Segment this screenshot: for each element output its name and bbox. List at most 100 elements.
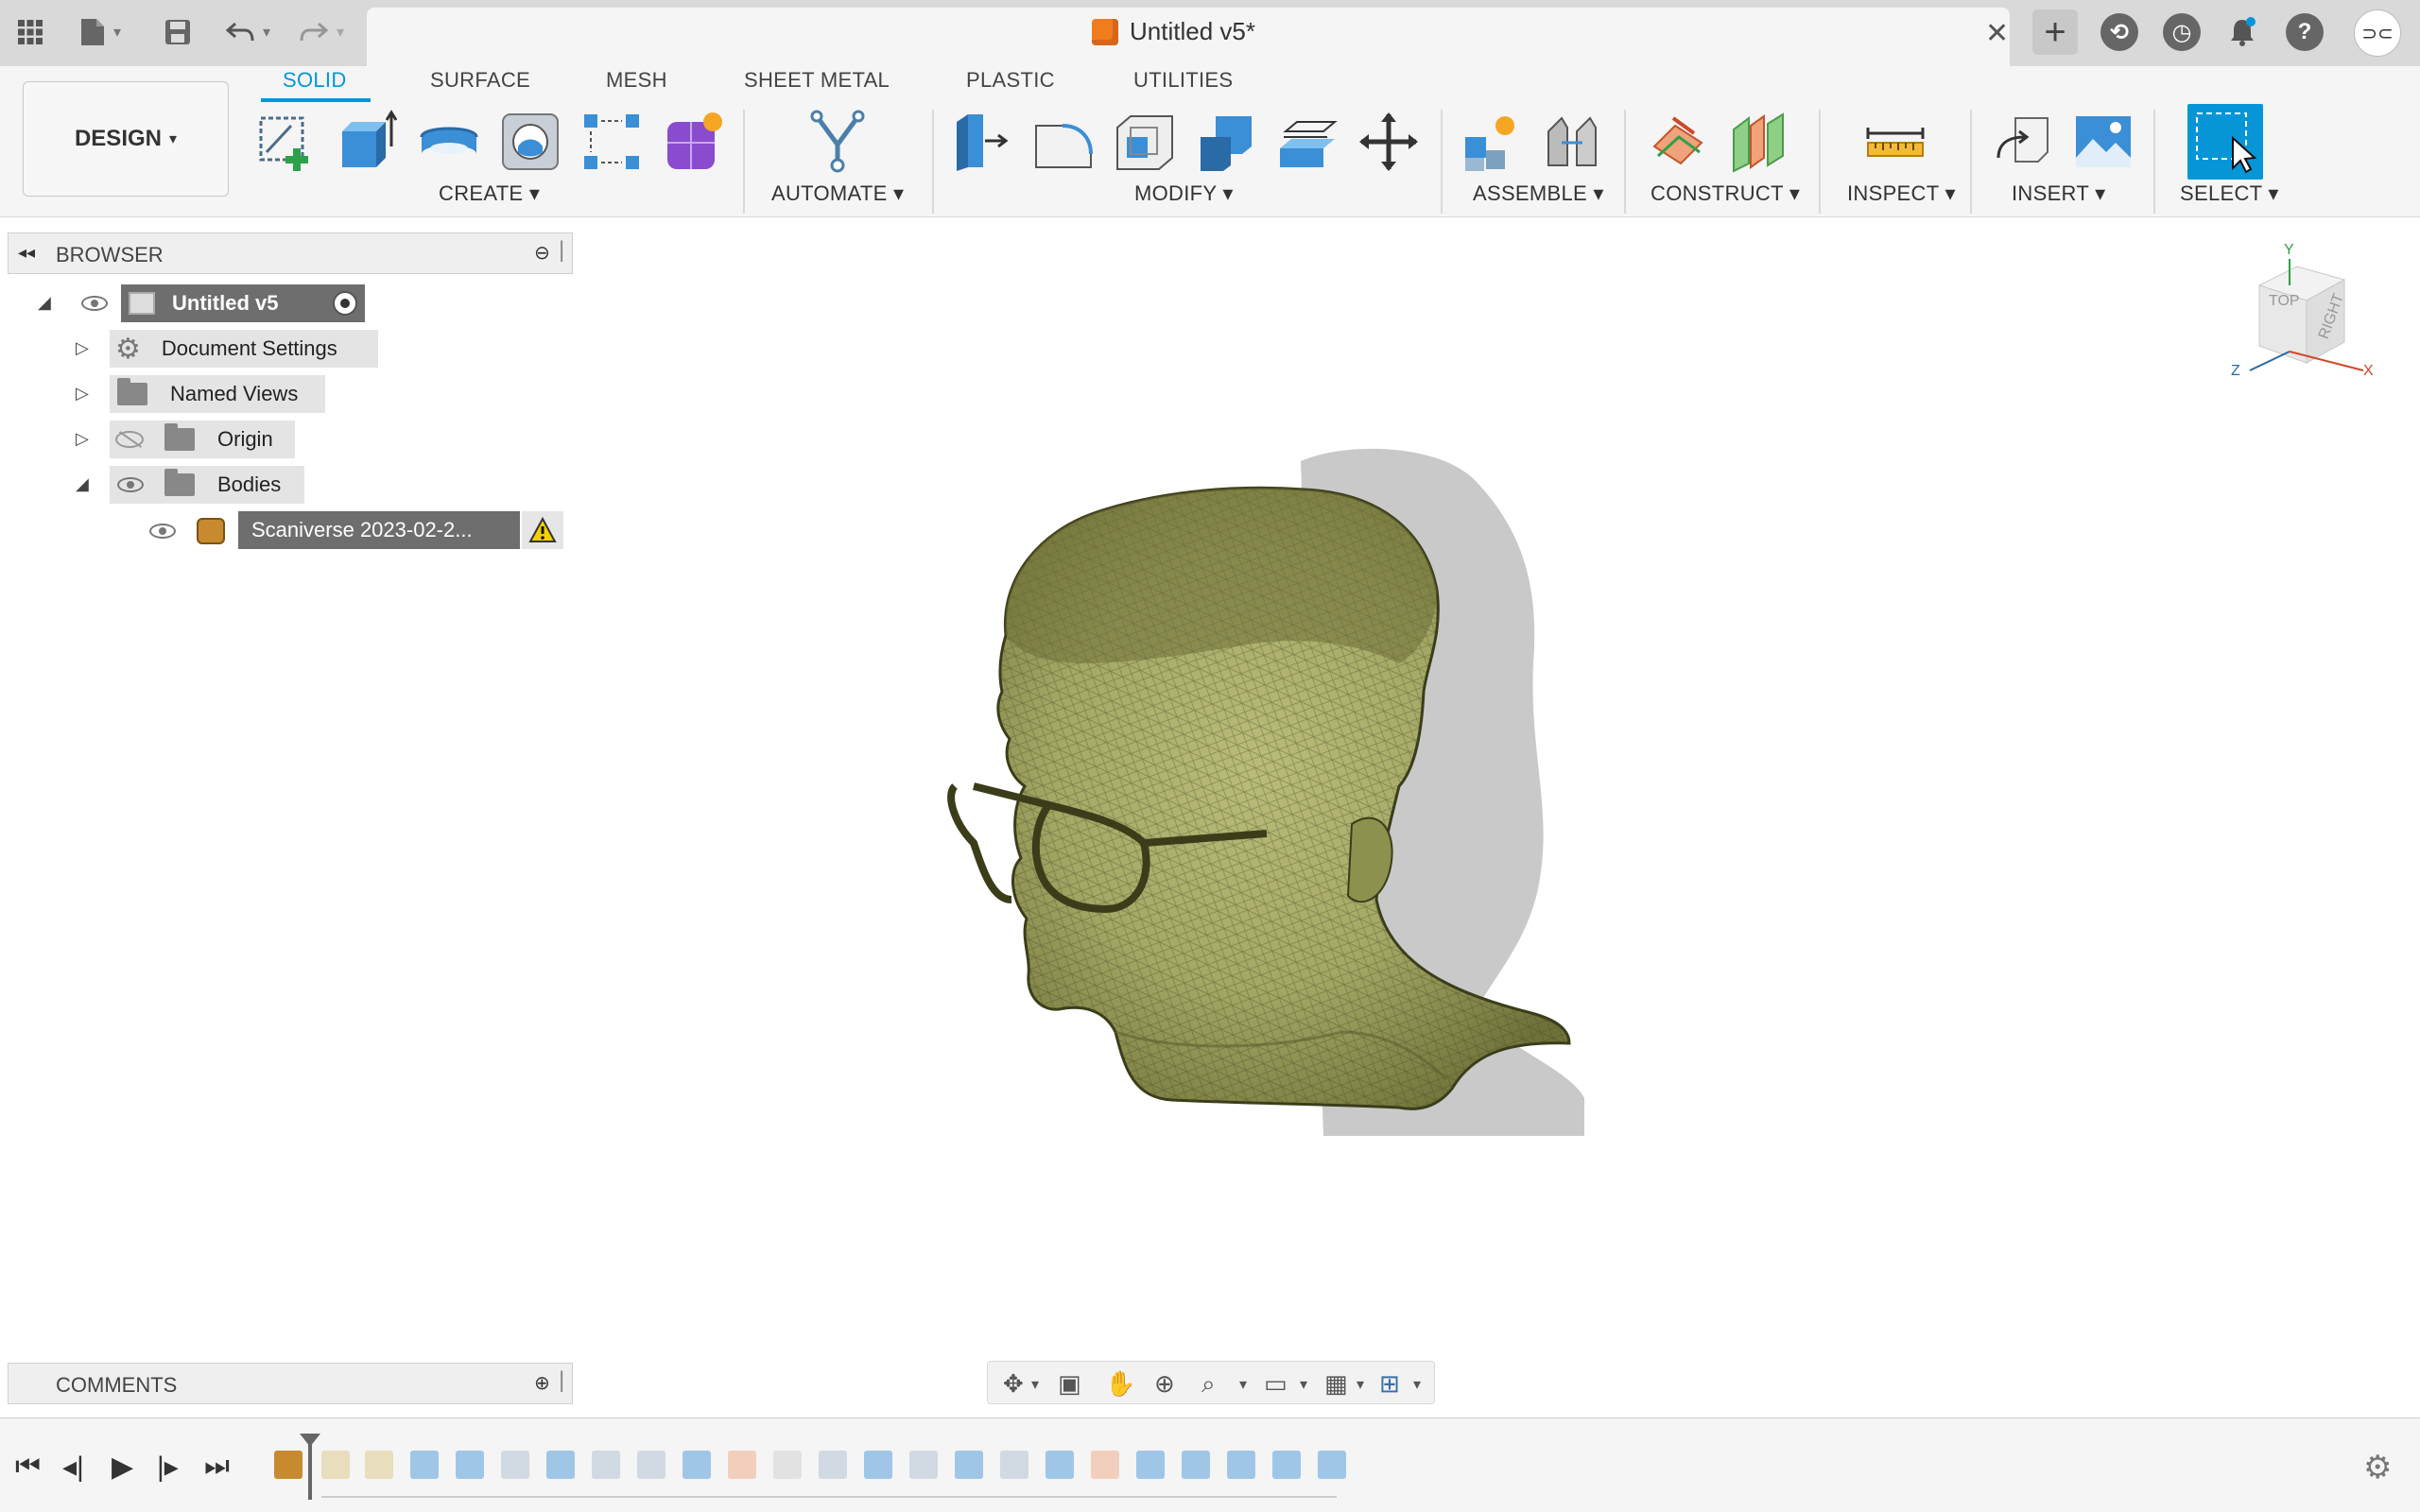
timeline-feature[interactable] (410, 1451, 439, 1479)
move-copy-icon[interactable] (1356, 109, 1422, 175)
next-icon[interactable]: |▸ (157, 1451, 179, 1484)
pin-icon[interactable]: | (559, 1367, 564, 1394)
activate-radio-icon[interactable] (333, 291, 357, 316)
timeline-feature[interactable] (1182, 1451, 1210, 1479)
timeline-settings-icon[interactable]: ⚙ (2363, 1449, 2392, 1486)
timeline-feature[interactable] (365, 1451, 393, 1479)
visibility-eye-icon[interactable] (81, 296, 108, 311)
orbit-dropdown-icon[interactable]: ▾ (1031, 1375, 1039, 1394)
collapse-panel-icon[interactable]: ◂◂ (18, 243, 35, 263)
create-menu[interactable]: CREATE ▾ (439, 181, 540, 206)
timeline-feature[interactable] (321, 1451, 350, 1479)
new-component-icon[interactable] (1458, 109, 1524, 175)
select-menu[interactable]: SELECT ▾ (2180, 181, 2279, 206)
inspect-menu[interactable]: INSPECT ▾ (1847, 181, 1956, 206)
display-dropdown-icon[interactable]: ▾ (1300, 1375, 1307, 1394)
hole-icon[interactable] (497, 109, 563, 175)
midplane-icon[interactable] (1726, 109, 1792, 175)
help-icon[interactable]: ? (2286, 13, 2324, 51)
modify-menu[interactable]: MODIFY ▾ (1134, 181, 1234, 206)
timeline-feature[interactable] (592, 1451, 620, 1479)
notifications-icon[interactable] (2223, 13, 2261, 51)
pin-icon[interactable]: | (559, 237, 564, 264)
timeline-feature[interactable] (637, 1451, 666, 1479)
measure-icon[interactable] (1862, 109, 1928, 175)
expand-triangle-icon[interactable]: ▷ (76, 429, 89, 449)
first-icon[interactable]: ⏮ (15, 1451, 41, 1483)
apps-grid-icon[interactable] (11, 13, 49, 51)
timeline-feature[interactable] (456, 1451, 484, 1479)
grid-icon[interactable]: ▦ (1324, 1369, 1348, 1399)
timeline-marker[interactable] (300, 1434, 320, 1500)
timeline-feature[interactable] (1091, 1451, 1119, 1479)
expand-triangle-icon[interactable]: ◢ (38, 293, 51, 313)
create-form-icon[interactable] (660, 109, 726, 175)
tab-mesh[interactable]: MESH (606, 68, 667, 93)
timeline-feature[interactable] (1318, 1451, 1346, 1479)
combine-icon[interactable] (1193, 109, 1259, 175)
tab-solid[interactable]: SOLID (283, 68, 347, 93)
tree-root[interactable]: Untitled v5 (121, 284, 365, 322)
timeline-feature[interactable] (1046, 1451, 1074, 1479)
revolve-icon[interactable] (416, 109, 482, 175)
job-status-icon[interactable]: ◷ (2163, 13, 2201, 51)
extensions-icon[interactable]: ⟲ (2100, 13, 2138, 51)
look-at-icon[interactable]: ▣ (1058, 1369, 1081, 1399)
viewcube[interactable]: TOP RIGHT Y Z X (2221, 242, 2392, 399)
comments-panel-header[interactable]: COMMENTS ⊕ | (8, 1363, 573, 1404)
expand-triangle-icon[interactable]: ◢ (76, 474, 89, 494)
insert-derive-icon[interactable] (1989, 109, 2055, 175)
timeline-feature[interactable] (819, 1451, 847, 1479)
tree-item-document-settings[interactable]: ⚙ Document Settings (110, 330, 378, 368)
assemble-menu[interactable]: ASSEMBLE ▾ (1473, 181, 1604, 206)
tab-surface[interactable]: SURFACE (430, 68, 530, 93)
minimize-icon[interactable]: ⊖ (534, 241, 550, 265)
create-sketch-icon[interactable] (253, 109, 320, 175)
zoom-dropdown-icon[interactable]: ▾ (1239, 1375, 1247, 1394)
expand-triangle-icon[interactable]: ▷ (76, 384, 89, 404)
display-settings-icon[interactable]: ▭ (1264, 1369, 1288, 1399)
file-dropdown-icon[interactable]: ▾ (113, 23, 129, 42)
timeline-feature[interactable] (1227, 1451, 1255, 1479)
grid-dropdown-icon[interactable]: ▾ (1357, 1375, 1364, 1394)
timeline-feature[interactable] (864, 1451, 892, 1479)
select-icon[interactable] (2187, 104, 2263, 180)
model-canvas[interactable] (0, 219, 2420, 1408)
tab-plastic[interactable]: PLASTIC (966, 68, 1055, 93)
timeline-mesh-feature[interactable] (274, 1451, 302, 1479)
construct-menu[interactable]: CONSTRUCT ▾ (1651, 181, 1800, 206)
browser-panel-header[interactable]: ◂◂ BROWSER ⊖ | (8, 232, 573, 274)
new-tab-button[interactable]: + (2032, 9, 2078, 55)
visibility-eye-icon[interactable] (149, 524, 176, 539)
offset-plane-icon[interactable] (1645, 109, 1711, 175)
insert-canvas-icon[interactable] (2070, 109, 2136, 175)
save-icon[interactable] (159, 13, 197, 51)
timeline-feature[interactable] (1000, 1451, 1028, 1479)
workspace-switcher-button[interactable]: DESIGN ▾ (23, 81, 229, 197)
zoom-icon[interactable]: ⊕ (1154, 1369, 1175, 1399)
account-icon[interactable]: ⊃⊂ (2354, 9, 2401, 57)
timeline-feature[interactable] (955, 1451, 983, 1479)
joint-icon[interactable] (1539, 109, 1605, 175)
add-comment-icon[interactable]: ⊕ (534, 1371, 550, 1395)
play-icon[interactable]: ▶ (112, 1451, 133, 1484)
orbit-icon[interactable]: ✥ (1003, 1369, 1024, 1399)
automate-menu[interactable]: AUTOMATE ▾ (771, 181, 904, 206)
automate-icon[interactable] (805, 109, 872, 175)
3d-viewport[interactable]: TOP RIGHT Y Z X (0, 219, 2420, 1408)
timeline-feature[interactable] (1272, 1451, 1301, 1479)
viewports-dropdown-icon[interactable]: ▾ (1413, 1375, 1421, 1394)
extrude-icon[interactable] (335, 109, 401, 175)
redo-dropdown-icon[interactable]: ▾ (337, 23, 352, 42)
timeline-feature[interactable] (728, 1451, 756, 1479)
tree-item-scan-body[interactable]: Scaniverse 2023-02-2... (238, 511, 520, 549)
zoom-window-icon[interactable]: ⌕ (1201, 1369, 1216, 1400)
offset-face-icon[interactable] (1274, 109, 1340, 175)
viewports-icon[interactable]: ⊞ (1379, 1369, 1400, 1399)
timeline-feature[interactable] (1136, 1451, 1165, 1479)
press-pull-icon[interactable] (949, 109, 1015, 175)
pan-icon[interactable]: ✋ (1105, 1369, 1135, 1399)
timeline-feature[interactable] (909, 1451, 938, 1479)
timeline-feature[interactable] (773, 1451, 802, 1479)
undo-icon[interactable] (221, 13, 259, 51)
